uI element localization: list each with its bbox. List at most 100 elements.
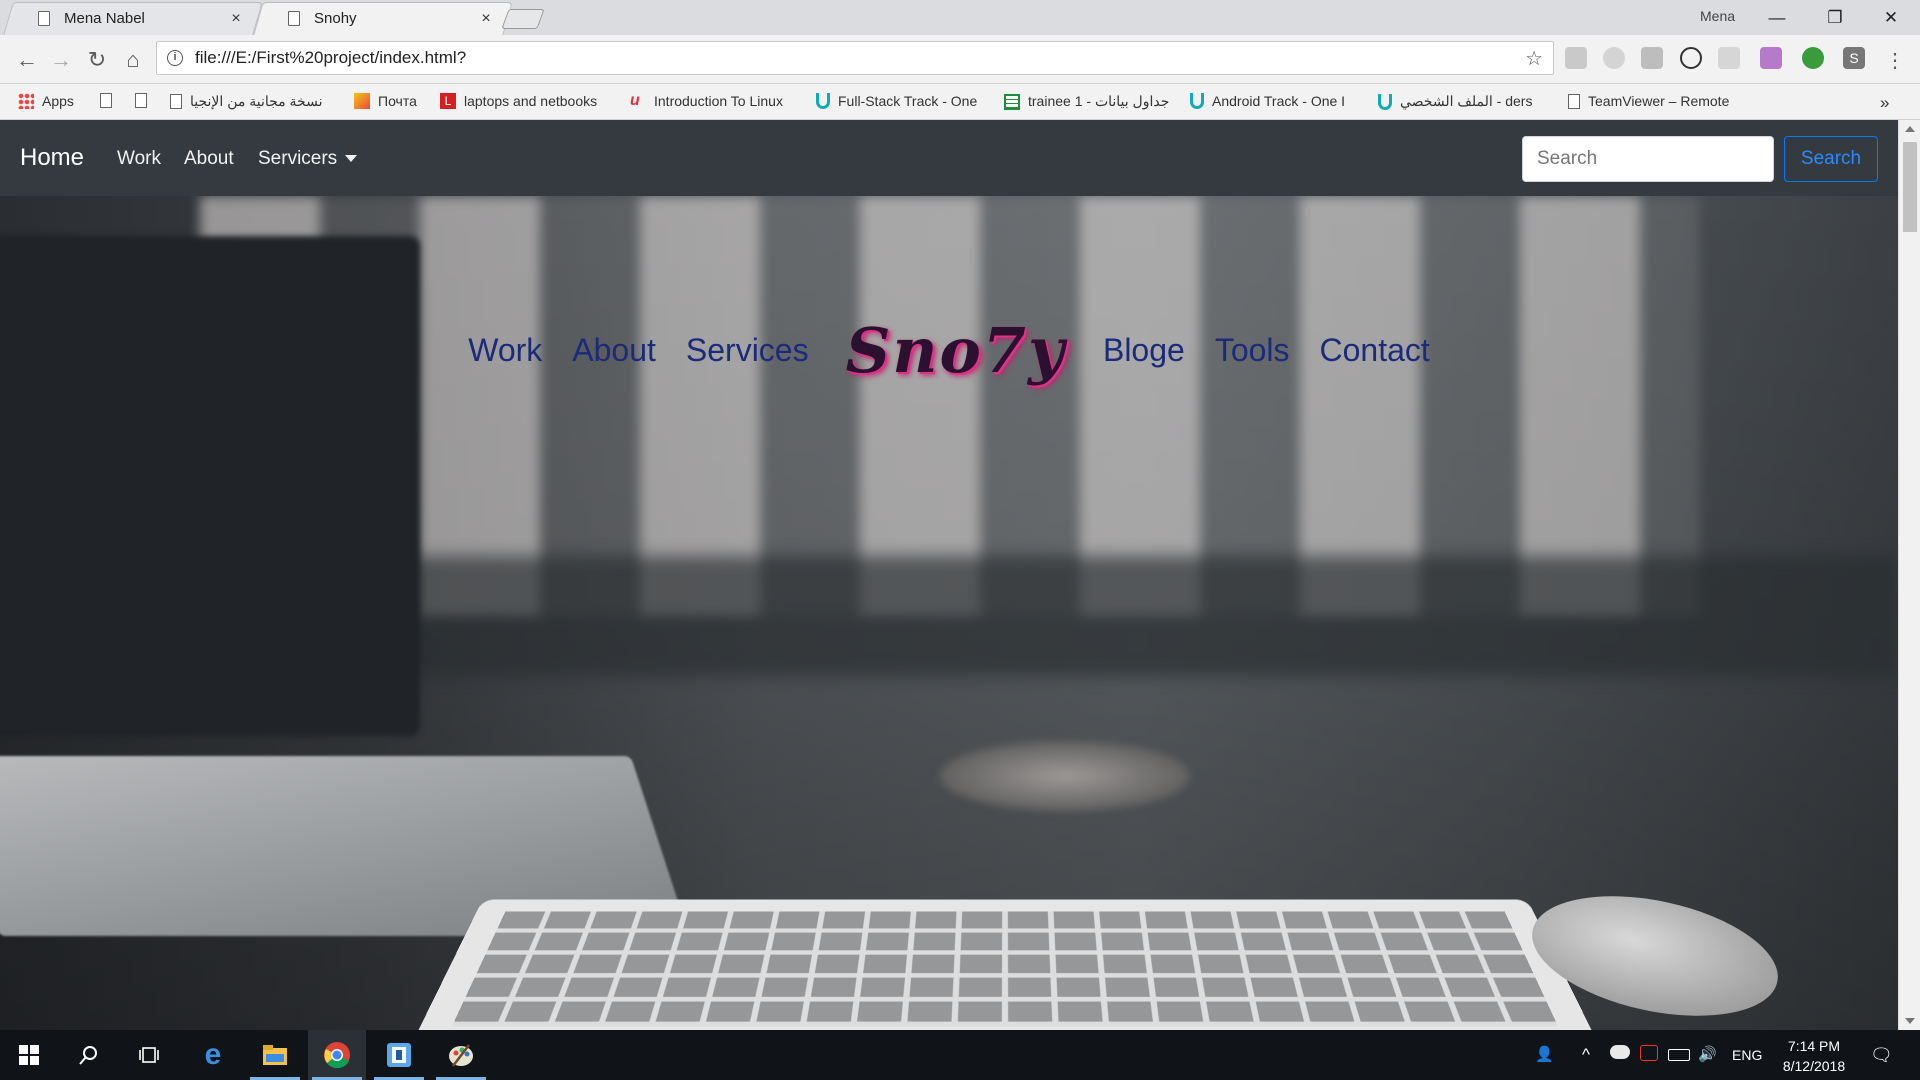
bookmark-item[interactable]: Android Track - One I bbox=[1190, 93, 1345, 109]
browser-tab[interactable]: Mena Nabel × bbox=[8, 2, 258, 35]
browser-tab-strip: Mena Nabel × Snohy × Mena — ❐ ✕ bbox=[0, 0, 1920, 35]
battery-icon[interactable] bbox=[1668, 1049, 1690, 1061]
bookmark-item[interactable]: نسخة مجانية من الإنجيا bbox=[170, 93, 322, 110]
apps-grid-icon bbox=[18, 93, 34, 109]
forward-button[interactable]: → bbox=[46, 45, 76, 75]
site-navbar: Home Work About Servicers Search bbox=[0, 120, 1898, 196]
address-url[interactable]: file:///E:/First%20project/index.html? bbox=[195, 48, 1525, 68]
page-icon bbox=[135, 93, 147, 108]
app-icon[interactable] bbox=[370, 1030, 428, 1080]
search-button[interactable]: Search bbox=[1784, 136, 1878, 182]
chrome-icon[interactable] bbox=[308, 1030, 366, 1080]
globe-extension-icon[interactable] bbox=[1802, 47, 1824, 69]
nav-dropdown-servicers[interactable]: Servicers bbox=[258, 148, 358, 170]
bookmark-apps[interactable]: Apps bbox=[18, 93, 74, 109]
clock-date: 8/12/2018 bbox=[1782, 1058, 1846, 1074]
task-view-icon[interactable] bbox=[120, 1030, 178, 1080]
bookmark-star-icon[interactable]: ☆ bbox=[1525, 46, 1543, 71]
bookmark-item[interactable]: trainee 1 - جداول بيانات bbox=[1004, 93, 1169, 110]
windows-logo-icon bbox=[19, 1045, 39, 1065]
bookmark-item[interactable] bbox=[100, 93, 120, 108]
mail-icon bbox=[354, 93, 370, 109]
volume-icon[interactable]: 🔊 bbox=[1698, 1045, 1717, 1063]
page-icon bbox=[1568, 93, 1580, 109]
bookmark-extension-icon[interactable] bbox=[1641, 47, 1663, 69]
show-hidden-icons-chevron[interactable]: ^ bbox=[1582, 1045, 1590, 1065]
scroll-down-arrow-icon[interactable] bbox=[1905, 1018, 1915, 1024]
action-center-icon[interactable]: 🗨 bbox=[1870, 1045, 1893, 1066]
l-logo-icon: L bbox=[440, 93, 456, 109]
pdf-converter-icon[interactable] bbox=[1760, 47, 1782, 69]
udacity-icon bbox=[816, 93, 830, 109]
start-button[interactable] bbox=[0, 1030, 58, 1080]
hero-link-tools[interactable]: Tools bbox=[1215, 332, 1290, 369]
hero-link-about[interactable]: About bbox=[572, 332, 656, 369]
language-indicator[interactable]: ENG bbox=[1732, 1047, 1762, 1063]
edge-icon[interactable]: e bbox=[184, 1030, 242, 1080]
people-icon[interactable]: 👤 bbox=[1535, 1045, 1554, 1063]
back-button[interactable]: ← bbox=[12, 45, 42, 75]
file-explorer-icon[interactable] bbox=[246, 1030, 304, 1080]
scroll-thumb[interactable] bbox=[1903, 142, 1917, 232]
browser-tab-active[interactable]: Snohy × bbox=[258, 2, 508, 35]
tab-title: Mena Nabel bbox=[64, 10, 145, 27]
nav-link-about[interactable]: About bbox=[184, 148, 234, 170]
bookmark-item[interactable]: TeamViewer – Remote bbox=[1568, 93, 1729, 109]
sheets-icon bbox=[1004, 93, 1020, 110]
extension-icon[interactable] bbox=[1718, 47, 1740, 69]
hero-background-keys bbox=[451, 911, 1559, 1027]
speed-dial-icon[interactable] bbox=[1680, 47, 1702, 69]
network-warning-icon[interactable] bbox=[1640, 1045, 1658, 1061]
search-input[interactable] bbox=[1522, 136, 1774, 182]
bookmark-item[interactable]: الملف الشخصي - ders bbox=[1378, 93, 1532, 110]
close-tab-icon[interactable]: × bbox=[478, 10, 494, 28]
hero-section: Work About Services Sno7y Bloge Tools Co… bbox=[0, 196, 1898, 1030]
new-tab-button[interactable] bbox=[505, 9, 541, 29]
bookmarks-overflow-button[interactable]: » bbox=[1880, 93, 1889, 113]
restore-button[interactable]: ❐ bbox=[1806, 0, 1864, 35]
system-clock[interactable]: 7:14 PM 8/12/2018 bbox=[1764, 1036, 1864, 1076]
minimize-button[interactable]: — bbox=[1748, 0, 1806, 35]
document-icon bbox=[288, 11, 300, 26]
bookmarks-bar: Apps نسخة مجانية من الإنجيا Почта L lapt… bbox=[0, 84, 1920, 120]
hero-link-work[interactable]: Work bbox=[468, 332, 542, 369]
hero-background-window bbox=[200, 196, 1700, 616]
search-icon[interactable] bbox=[60, 1030, 118, 1080]
site-info-icon[interactable]: i bbox=[167, 50, 183, 66]
site-logo[interactable]: Sno7y bbox=[846, 314, 1066, 387]
page-scrollbar[interactable] bbox=[1898, 120, 1920, 1030]
browser-toolbar: ← → ↻ ⌂ i file:///E:/First%20project/ind… bbox=[0, 35, 1920, 84]
close-tab-icon[interactable]: × bbox=[228, 10, 244, 28]
clock-time: 7:14 PM bbox=[1787, 1038, 1841, 1054]
nav-dropdown-label: Servicers bbox=[258, 148, 338, 169]
nav-link-work[interactable]: Work bbox=[117, 148, 161, 170]
document-icon bbox=[38, 11, 50, 26]
scroll-up-arrow-icon[interactable] bbox=[1905, 126, 1915, 132]
bookmark-item[interactable]: Full-Stack Track - One bbox=[816, 93, 977, 109]
extension-icon[interactable] bbox=[1603, 47, 1625, 69]
s-extension-icon[interactable]: S bbox=[1843, 47, 1865, 69]
navbar-brand-home[interactable]: Home bbox=[20, 144, 84, 172]
tab-title: Snohy bbox=[314, 10, 357, 27]
bookmark-item[interactable] bbox=[135, 93, 155, 108]
home-button[interactable]: ⌂ bbox=[118, 45, 148, 75]
paint-icon[interactable] bbox=[432, 1030, 490, 1080]
hero-menu: Work About Services Sno7y Bloge Tools Co… bbox=[0, 314, 1898, 387]
hero-link-bloge[interactable]: Bloge bbox=[1103, 332, 1185, 369]
chrome-menu-icon[interactable]: ⋮ bbox=[1880, 45, 1910, 75]
address-bar[interactable]: i file:///E:/First%20project/index.html?… bbox=[156, 41, 1554, 75]
profile-name[interactable]: Mena bbox=[1700, 8, 1735, 24]
bookmark-item[interactable]: L laptops and netbooks bbox=[440, 93, 597, 109]
bookmark-item[interactable]: u Introduction To Linux bbox=[630, 92, 783, 110]
hero-link-services[interactable]: Services bbox=[686, 332, 809, 369]
bookmark-item[interactable]: Почта bbox=[354, 93, 417, 109]
udemy-icon: u bbox=[630, 92, 640, 109]
windows-taskbar: e 👤 ^ 🔊 ENG 7:14 PM 8/12/2018 🗨 bbox=[0, 1030, 1920, 1080]
hero-link-contact[interactable]: Contact bbox=[1320, 332, 1430, 369]
onedrive-icon[interactable] bbox=[1610, 1045, 1630, 1059]
reload-button[interactable]: ↻ bbox=[82, 45, 112, 75]
caret-down-icon bbox=[345, 155, 358, 163]
pdf-extension-icon[interactable] bbox=[1565, 47, 1587, 69]
hero-background-bowl bbox=[940, 741, 1190, 811]
close-window-button[interactable]: ✕ bbox=[1862, 0, 1920, 35]
